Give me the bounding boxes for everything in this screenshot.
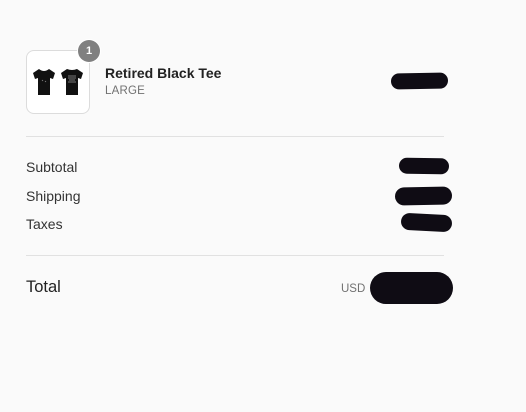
taxes-label: Taxes: [26, 216, 63, 232]
total-value-redacted: [370, 272, 453, 304]
taxes-value-redacted: [400, 212, 453, 233]
product-thumbnail: [26, 50, 90, 114]
divider: [26, 255, 444, 256]
subtotal-value-redacted: [398, 157, 450, 175]
tshirt-back-icon: [61, 69, 83, 95]
total-label: Total: [26, 278, 61, 296]
product-price-redacted: [390, 72, 449, 90]
product-title: Retired Black Tee: [105, 65, 222, 81]
quantity-badge: 1: [78, 40, 100, 62]
divider: [26, 136, 444, 137]
order-summary: 1 Retired Black Tee LARGE Subtotal Shipp…: [0, 0, 526, 412]
subtotal-label: Subtotal: [26, 159, 78, 175]
tshirt-front-icon: [33, 69, 55, 95]
shipping-value-redacted: [394, 186, 453, 206]
shipping-label: Shipping: [26, 188, 81, 204]
currency-code: USD: [341, 283, 366, 295]
product-variant: LARGE: [105, 85, 145, 97]
